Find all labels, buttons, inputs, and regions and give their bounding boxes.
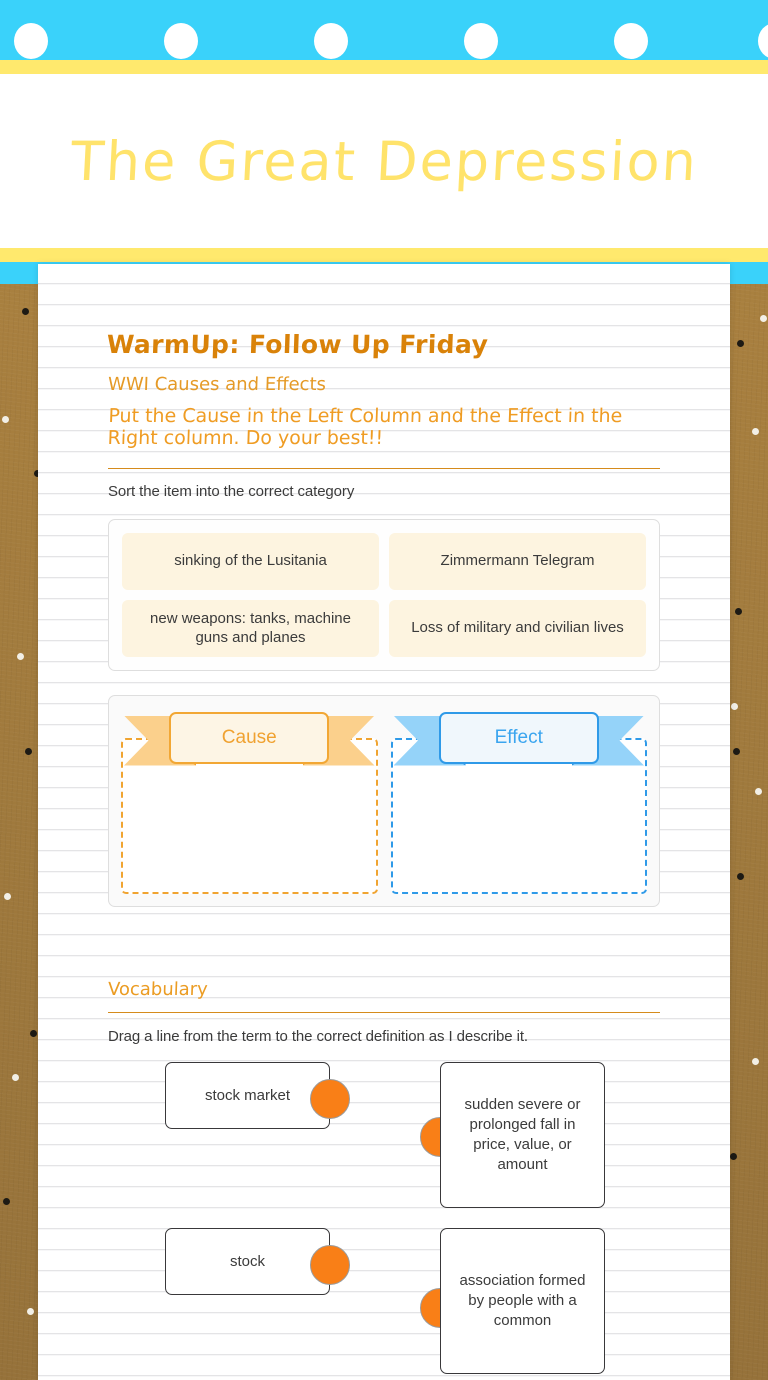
cork-spot (737, 340, 744, 347)
cork-spot (4, 893, 11, 900)
dropzone-effect[interactable] (390, 737, 647, 894)
top-decorative-bar (0, 0, 768, 60)
warmup-instructions: Put the Cause in the Left Column and the… (107, 404, 623, 450)
dropzone-cause[interactable] (121, 737, 378, 894)
cork-spot (25, 748, 32, 755)
worksheet-page: The Great Depression WarmUp: Follow Up F… (0, 0, 768, 1380)
yellow-divider-top (0, 60, 768, 74)
section-divider-2 (108, 1011, 660, 1013)
cork-spot (27, 1308, 34, 1315)
vocabulary-instructions: Drag a line from the term to the correct… (108, 1027, 528, 1045)
cyan-corner-left (0, 268, 38, 284)
sort-items-panel: sinking of the Lusitania Zimmermann Tele… (108, 518, 660, 671)
cork-spot (733, 748, 740, 755)
category-column-cause: Cause (121, 708, 378, 894)
sort-prompt: Sort the item into the correct category (108, 482, 355, 500)
sort-item-card[interactable]: Loss of military and civilian lives (389, 599, 646, 657)
cork-spot (752, 1058, 759, 1065)
cork-spot (17, 653, 24, 660)
section-divider-1 (108, 467, 660, 469)
match-row: stock market sudden severe or prolonged … (108, 1061, 660, 1212)
cork-spot (3, 1198, 10, 1205)
vocab-definition-box[interactable]: sudden severe or prolonged fall in price… (440, 1061, 605, 1208)
sort-item-card[interactable]: new weapons: tanks, machine guns and pla… (122, 599, 379, 657)
cork-spot (731, 703, 738, 710)
cork-spot (737, 873, 744, 880)
warmup-heading: WarmUp: Follow Up Friday (106, 330, 489, 359)
page-title: The Great Depression (68, 129, 700, 193)
vocab-term-box[interactable]: stock (165, 1227, 330, 1295)
cork-spot (30, 1030, 37, 1037)
vocabulary-heading: Vocabulary (107, 978, 209, 1000)
topbar-circle-4 (464, 23, 498, 59)
yellow-divider-bottom (0, 248, 768, 262)
cork-spot (730, 1153, 737, 1160)
match-anchor-term-icon[interactable] (310, 1244, 350, 1285)
cork-spot (752, 428, 759, 435)
sort-item-card[interactable]: sinking of the Lusitania (122, 532, 379, 590)
match-anchor-term-icon[interactable] (310, 1078, 350, 1119)
category-column-effect: Effect (390, 708, 647, 894)
cork-spot (755, 788, 762, 795)
category-dropzones-panel: Cause Effect (108, 694, 660, 907)
sort-item-card[interactable]: Zimmermann Telegram (389, 532, 646, 590)
title-band: The Great Depression (0, 74, 768, 248)
cork-spot (22, 308, 29, 315)
notebook-paper: WarmUp: Follow Up Friday WWI Causes and … (38, 264, 730, 1380)
cork-spot (12, 1074, 19, 1081)
vocab-term-box[interactable]: stock market (165, 1061, 330, 1129)
warmup-subheading: WWI Causes and Effects (107, 373, 327, 395)
match-row: stock association formed by people with … (108, 1227, 660, 1374)
cork-spot (760, 315, 767, 322)
topbar-circle-3 (314, 23, 348, 59)
topbar-circle-2 (164, 23, 198, 59)
cork-spot (2, 416, 9, 423)
cyan-corner-right (730, 268, 768, 284)
cork-spot (735, 608, 742, 615)
topbar-circle-6 (758, 23, 768, 59)
topbar-circle-5 (614, 23, 648, 59)
vocab-definition-box[interactable]: association formed by people with a comm… (440, 1227, 605, 1374)
topbar-circle-1 (14, 23, 48, 59)
